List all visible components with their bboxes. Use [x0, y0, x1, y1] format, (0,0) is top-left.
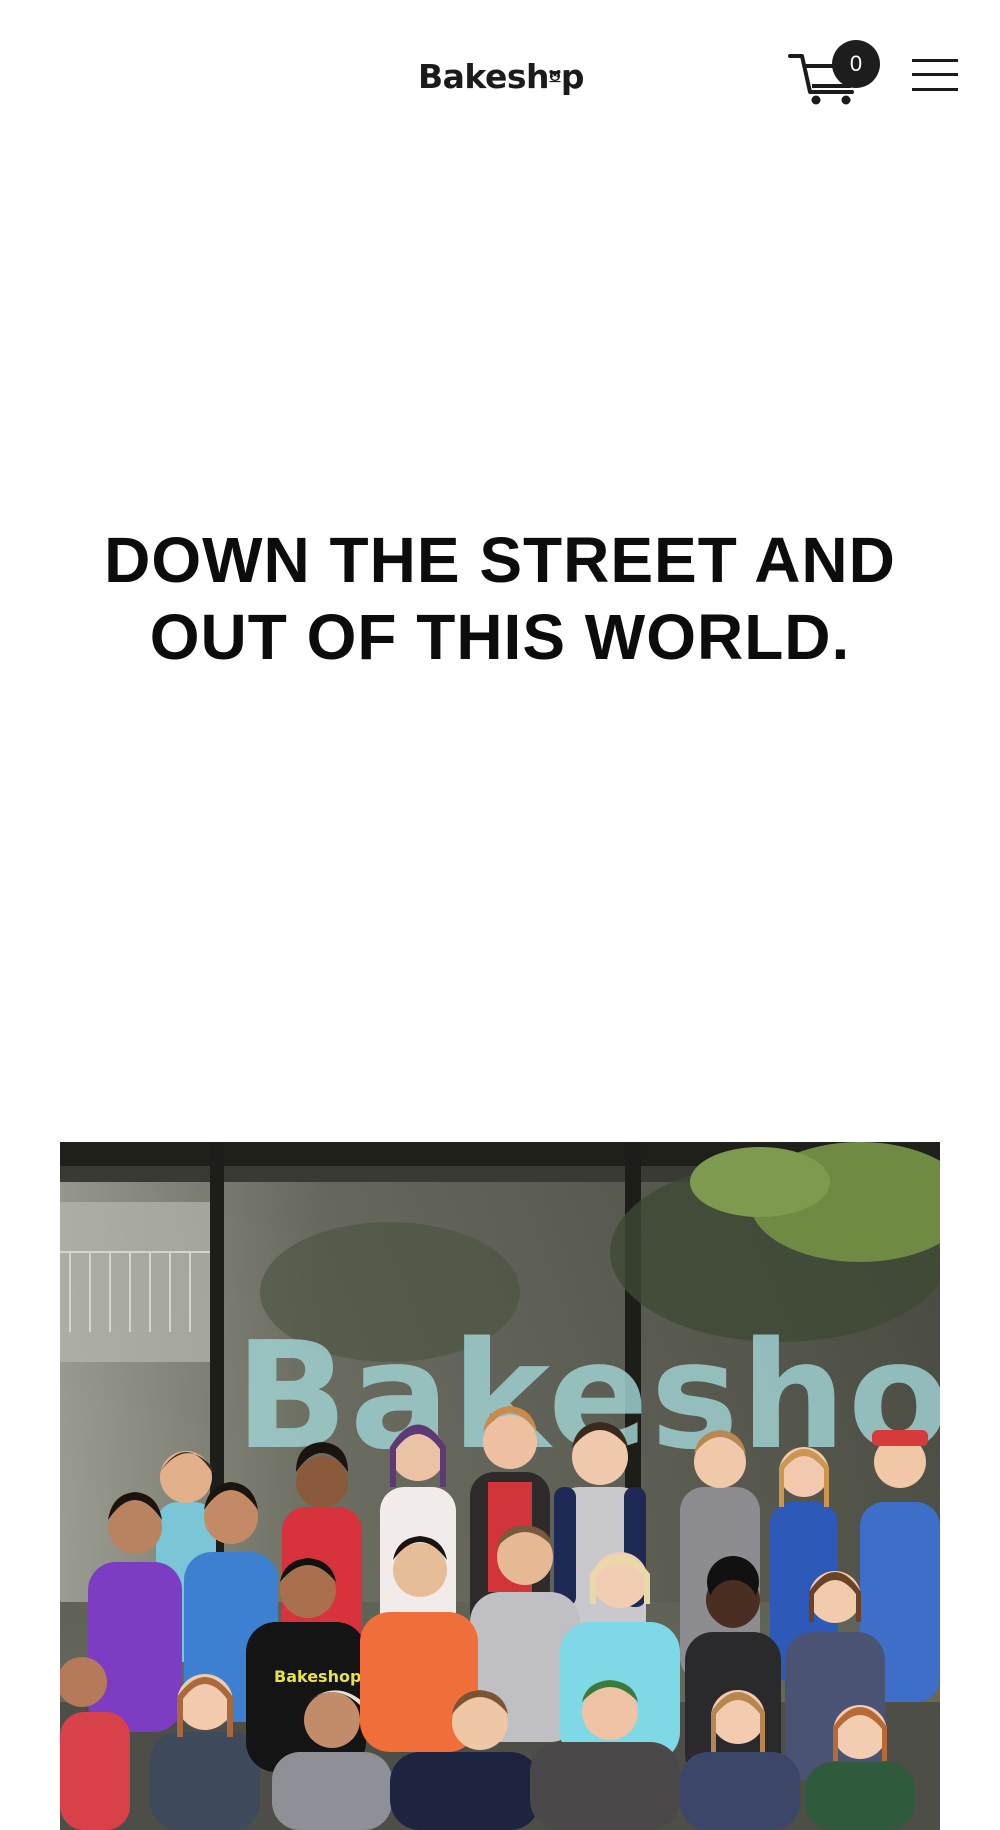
team-photo-illustration: Bakesho Bakeshop	[60, 1142, 940, 1830]
bear-mascot-icon	[549, 69, 561, 83]
cart-count-badge[interactable]: 0	[832, 40, 880, 88]
team-photo: Bakesho Bakeshop	[60, 1142, 940, 1830]
menu-line	[912, 59, 958, 62]
hamburger-menu-icon[interactable]	[910, 57, 960, 93]
shirt-logo: Bakeshop	[274, 1667, 361, 1686]
menu-line	[912, 73, 958, 76]
site-logo[interactable]: Bakesh p	[418, 52, 585, 100]
hero-heading: DOWN THE STREET AND OUT OF THIS WORLD.	[104, 524, 896, 673]
site-header: Bakesh p 0	[0, 0, 1000, 150]
logo-text-start: Bakesh	[418, 56, 550, 96]
logo-text-end: p	[560, 56, 585, 96]
menu-line	[912, 88, 958, 91]
